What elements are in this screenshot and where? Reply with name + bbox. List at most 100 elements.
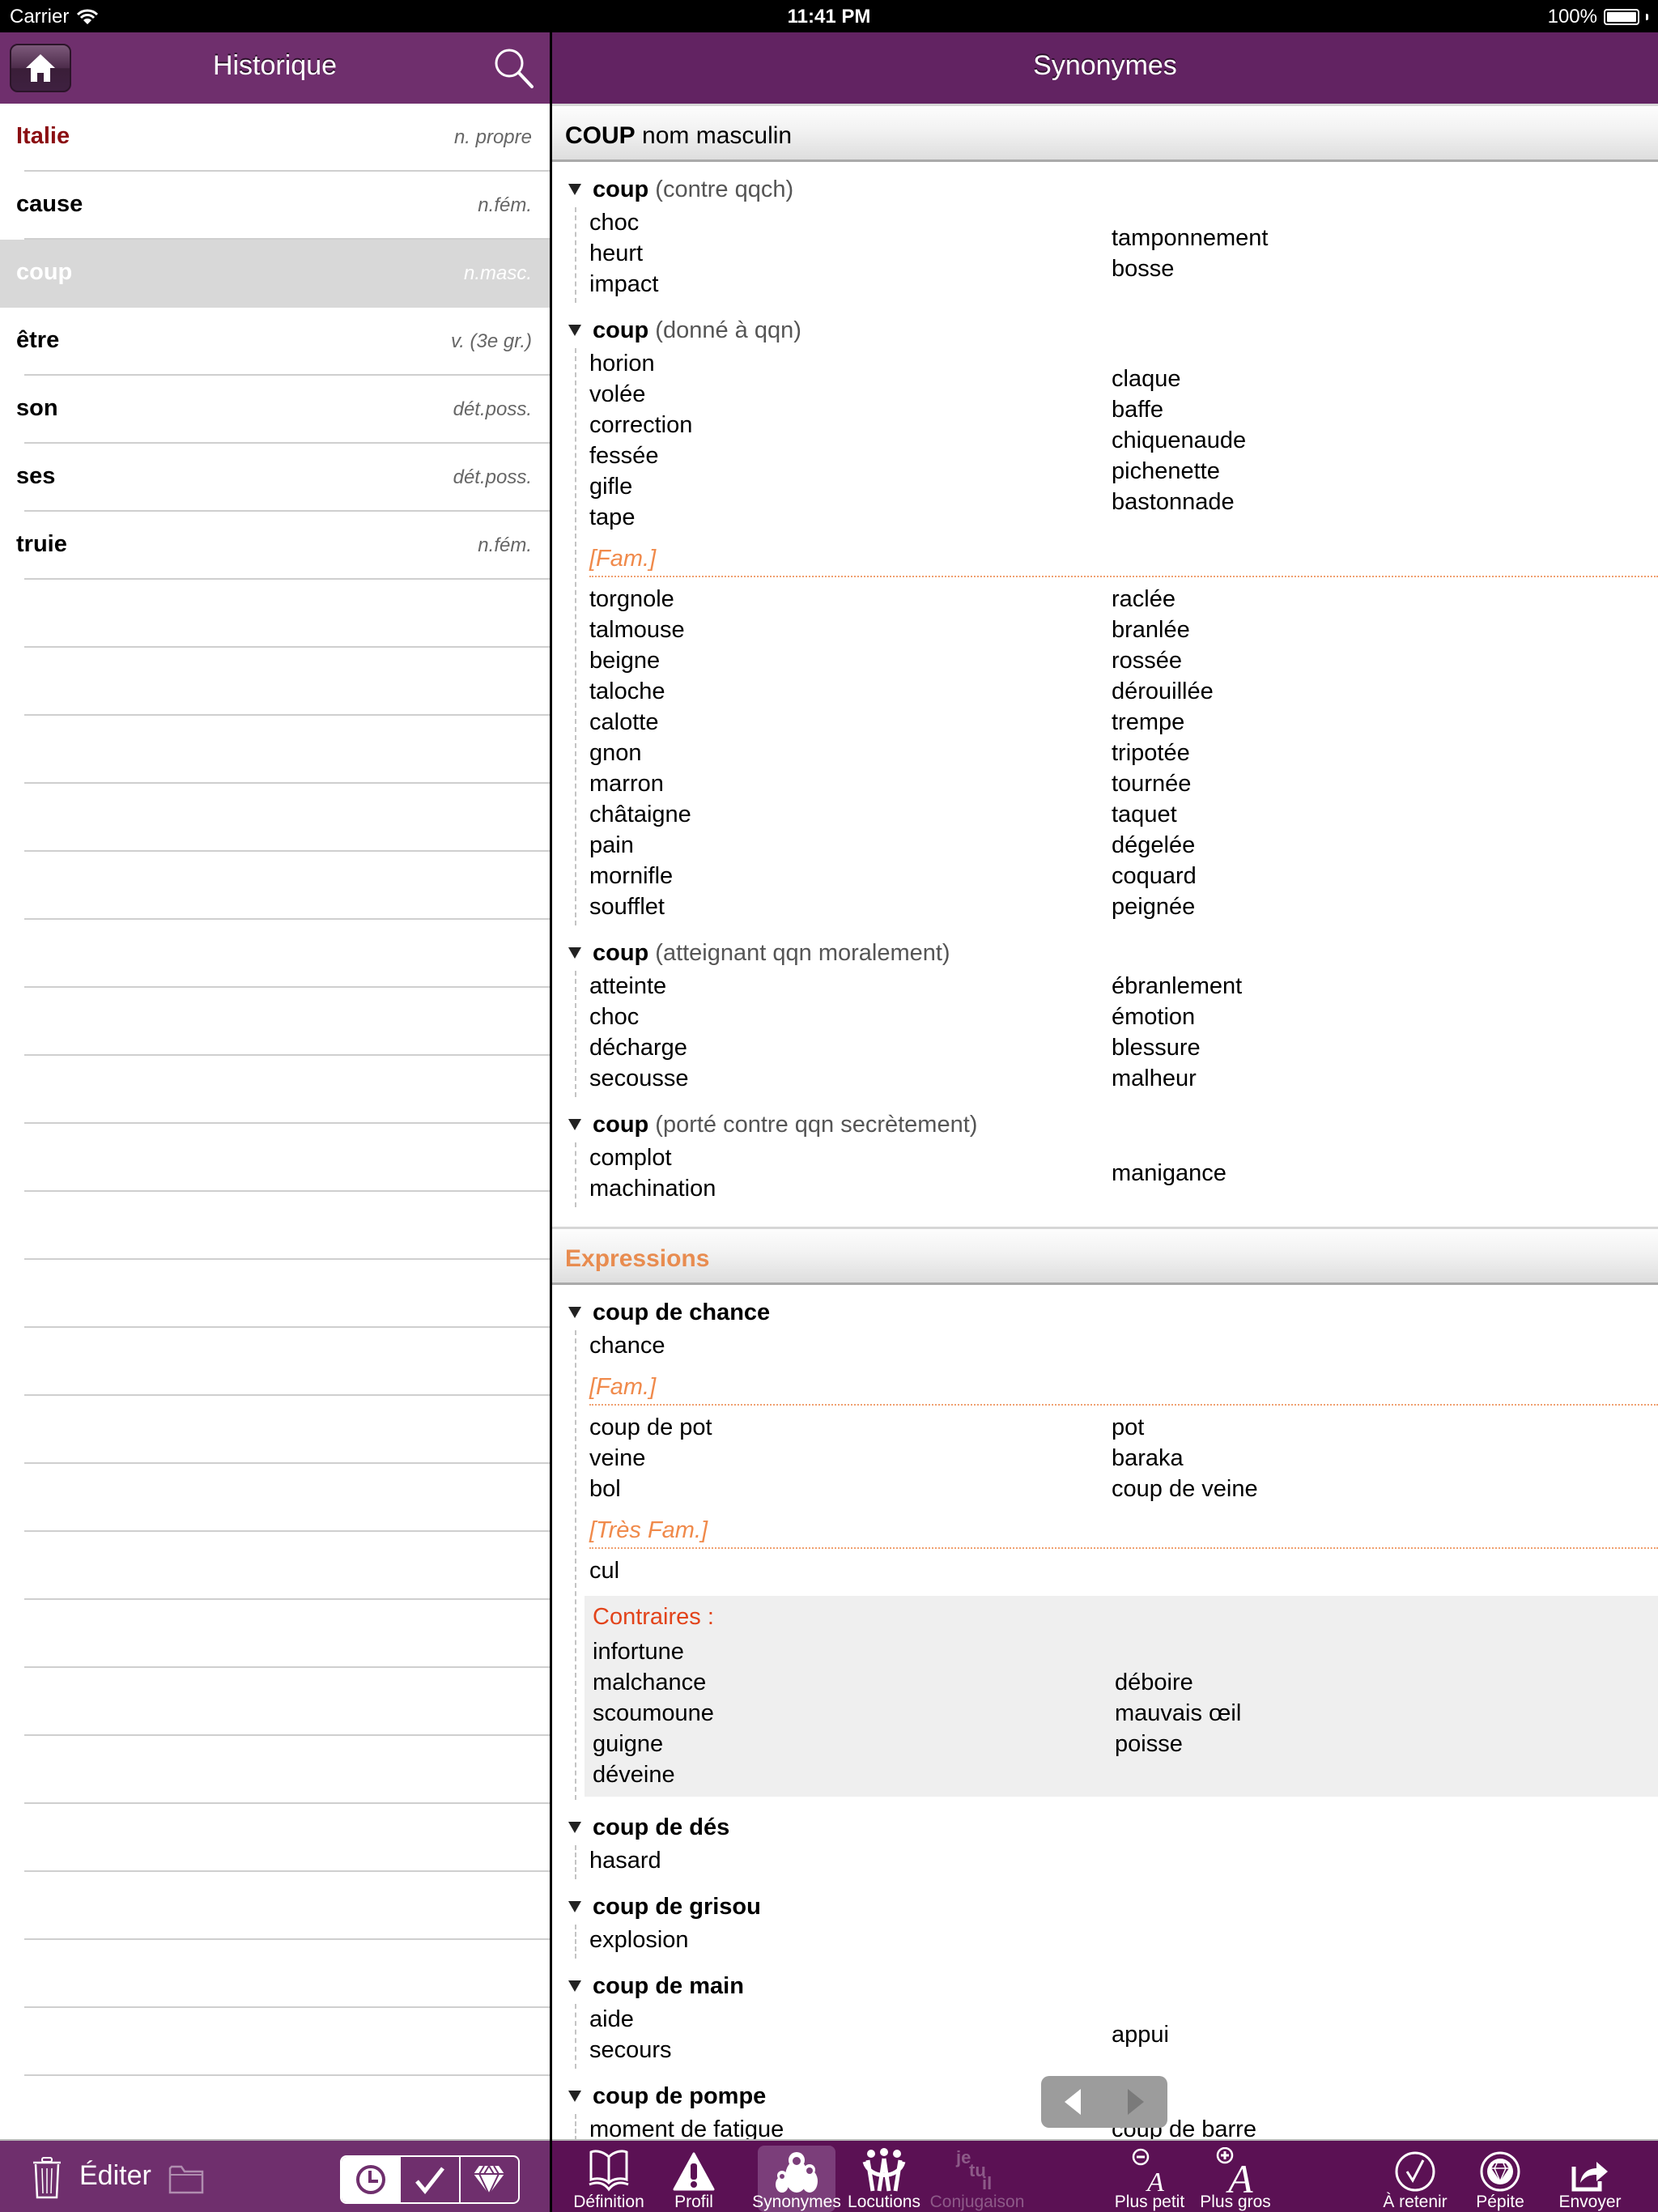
synonym-word[interactable]: déveine <box>593 1759 1115 1790</box>
synonym-word[interactable]: secours <box>589 2035 1112 2065</box>
trash-icon[interactable] <box>32 2157 62 2199</box>
synonym-word[interactable]: baraka <box>1112 1443 1634 1474</box>
toolbar-larger-font-button[interactable]: A Plus gros <box>1195 2146 1276 2212</box>
filter-retain-tab[interactable] <box>401 2157 461 2202</box>
history-item[interactable]: son dét.poss. <box>0 376 550 444</box>
toolbar-smaller-font-button[interactable]: A Plus petit <box>1109 2146 1190 2212</box>
synonym-word[interactable]: chance <box>589 1330 1112 1361</box>
synonym-word[interactable]: mauvais œil <box>1115 1698 1637 1729</box>
synonym-word[interactable]: torgnole <box>589 584 1112 615</box>
toolbar-profil-button[interactable]: Profil <box>665 2146 722 2212</box>
filter-history-tab[interactable] <box>342 2157 402 2202</box>
synonym-word[interactable]: calotte <box>589 707 1112 738</box>
synonym-word[interactable]: bosse <box>1112 253 1634 284</box>
search-button[interactable] <box>493 47 535 89</box>
synonym-word[interactable]: gifle <box>589 471 1112 502</box>
disclosure-triangle-icon[interactable] <box>568 1822 581 1833</box>
toolbar-pepite-button[interactable]: Pépite <box>1464 2146 1537 2212</box>
synonym-word[interactable]: soufflet <box>589 891 1112 922</box>
sense-title[interactable]: coup (donné à qqn) <box>565 313 1658 348</box>
synonym-word[interactable]: malheur <box>1112 1063 1634 1094</box>
synonym-word[interactable]: gnon <box>589 738 1112 768</box>
disclosure-triangle-icon[interactable] <box>568 1980 581 1992</box>
synonym-word[interactable]: cul <box>589 1555 1112 1586</box>
synonym-word[interactable]: dégelée <box>1112 830 1634 861</box>
synonym-word[interactable]: explosion <box>589 1925 1112 1955</box>
filter-pepite-tab[interactable] <box>461 2157 518 2202</box>
synonym-word[interactable]: malchance <box>593 1667 1115 1698</box>
sense-title[interactable]: coup (porté contre qqn secrètement) <box>565 1107 1658 1142</box>
toolbar-conjugaison-button[interactable]: je tu il Conjugaison <box>930 2146 1025 2212</box>
disclosure-triangle-icon[interactable] <box>568 947 581 959</box>
synonym-word[interactable]: machination <box>589 1173 1112 1204</box>
edit-button[interactable]: Éditer <box>79 2160 151 2192</box>
synonym-word[interactable]: déboire <box>1115 1667 1637 1698</box>
sense-title[interactable]: coup de chance <box>565 1295 1658 1330</box>
synonym-word[interactable]: talmouse <box>589 615 1112 645</box>
disclosure-triangle-icon[interactable] <box>568 2091 581 2102</box>
synonym-word[interactable]: scoumoune <box>593 1698 1115 1729</box>
synonym-word[interactable]: dérouillée <box>1112 676 1634 707</box>
synonym-word[interactable]: bastonnade <box>1112 487 1634 517</box>
synonym-word[interactable]: aide <box>589 2004 1112 2035</box>
history-item[interactable]: Italie n. propre <box>0 104 550 172</box>
synonym-word[interactable]: heurt <box>589 238 1112 269</box>
synonym-word[interactable]: pain <box>589 830 1112 861</box>
disclosure-triangle-icon[interactable] <box>568 1119 581 1130</box>
disclosure-triangle-icon[interactable] <box>568 325 581 336</box>
synonym-word[interactable]: tamponnement <box>1112 223 1634 253</box>
synonym-word[interactable]: atteinte <box>589 971 1112 1002</box>
next-arrow-icon[interactable] <box>1124 2087 1147 2116</box>
folder-icon[interactable] <box>168 2165 204 2194</box>
synonym-word[interactable]: appui <box>1112 2019 1634 2050</box>
synonym-word[interactable]: manigance <box>1112 1158 1634 1189</box>
synonym-word[interactable]: tape <box>589 502 1112 533</box>
synonym-word[interactable]: coquard <box>1112 861 1634 891</box>
synonym-word[interactable]: taquet <box>1112 799 1634 830</box>
disclosure-triangle-icon[interactable] <box>568 1901 581 1912</box>
synonym-word[interactable]: rossée <box>1112 645 1634 676</box>
synonym-word[interactable]: tournée <box>1112 768 1634 799</box>
synonym-word[interactable]: infortune <box>593 1636 1115 1667</box>
synonym-word[interactable]: beigne <box>589 645 1112 676</box>
previous-arrow-icon[interactable] <box>1061 2087 1084 2116</box>
synonym-word[interactable]: secousse <box>589 1063 1112 1094</box>
synonym-word[interactable]: trempe <box>1112 707 1634 738</box>
synonym-word[interactable]: veine <box>589 1443 1112 1474</box>
synonym-word[interactable]: fessée <box>589 440 1112 471</box>
synonym-word[interactable]: ébranlement <box>1112 971 1634 1002</box>
synonym-word[interactable]: claque <box>1112 364 1634 394</box>
synonym-word[interactable]: coup de pot <box>589 1412 1112 1443</box>
sense-title[interactable]: coup de main <box>565 1968 1658 2004</box>
synonym-word[interactable]: hasard <box>589 1845 1112 1876</box>
synonym-word[interactable]: marron <box>589 768 1112 799</box>
synonym-word[interactable]: pichenette <box>1112 456 1634 487</box>
synonym-word[interactable]: raclée <box>1112 584 1634 615</box>
synonym-word[interactable]: choc <box>589 207 1112 238</box>
synonym-word[interactable]: choc <box>589 1002 1112 1032</box>
toolbar-locutions-button[interactable]: Locutions <box>845 2146 923 2212</box>
synonym-word[interactable]: tripotée <box>1112 738 1634 768</box>
history-item[interactable]: cause n.fém. <box>0 172 550 240</box>
history-item-selected[interactable]: coup n.masc. <box>0 240 550 308</box>
synonym-word[interactable]: chiquenaude <box>1112 425 1634 456</box>
synonym-word[interactable]: émotion <box>1112 1002 1634 1032</box>
disclosure-triangle-icon[interactable] <box>568 184 581 195</box>
synonym-word[interactable]: complot <box>589 1142 1112 1173</box>
disclosure-triangle-icon[interactable] <box>568 1307 581 1318</box>
synonym-word[interactable]: branlée <box>1112 615 1634 645</box>
synonym-word[interactable]: pot <box>1112 1412 1634 1443</box>
sense-title[interactable]: coup (atteignant qqn moralement) <box>565 935 1658 971</box>
synonym-word[interactable]: décharge <box>589 1032 1112 1063</box>
synonym-word[interactable]: taloche <box>589 676 1112 707</box>
synonym-word[interactable]: baffe <box>1112 394 1634 425</box>
history-item[interactable]: ses dét.poss. <box>0 444 550 512</box>
history-item[interactable]: être v. (3e gr.) <box>0 308 550 376</box>
synonym-word[interactable]: blessure <box>1112 1032 1634 1063</box>
sense-title[interactable]: coup (contre qqch) <box>565 172 1658 207</box>
synonym-word[interactable]: châtaigne <box>589 799 1112 830</box>
synonym-word[interactable]: coup de veine <box>1112 1474 1634 1504</box>
sense-title[interactable]: coup de grisou <box>565 1889 1658 1925</box>
synonym-word[interactable]: bol <box>589 1474 1112 1504</box>
synonym-word[interactable]: mornifle <box>589 861 1112 891</box>
